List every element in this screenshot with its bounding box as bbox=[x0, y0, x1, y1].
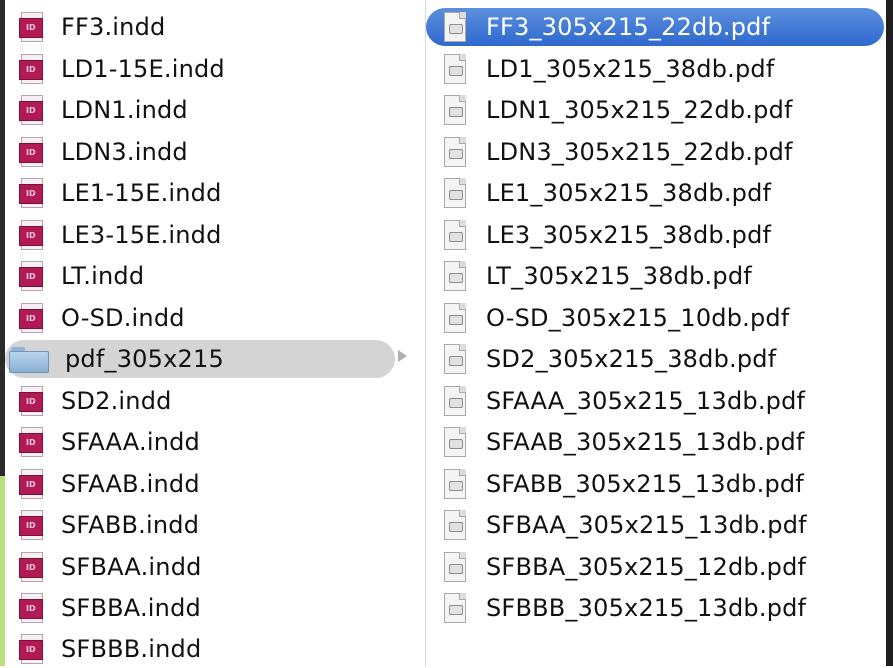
indesign-file-icon bbox=[19, 178, 43, 208]
file-row[interactable]: LD1-15E.indd bbox=[5, 50, 417, 88]
file-label: O-SD_305x215_10db.pdf bbox=[486, 304, 790, 332]
file-row[interactable]: SFBBA.indd bbox=[5, 589, 417, 627]
indesign-file-icon bbox=[19, 303, 43, 333]
file-row[interactable]: LT.indd bbox=[5, 257, 417, 295]
pdf-row[interactable]: SFBBA_305x215_12db.pdf bbox=[426, 548, 886, 586]
folder-row-selected[interactable]: pdf_305x215 bbox=[5, 340, 395, 378]
pdf-row[interactable]: SFBAA_305x215_13db.pdf bbox=[426, 506, 886, 544]
pdf-file-icon bbox=[444, 95, 466, 125]
file-row[interactable]: SD2.indd bbox=[5, 382, 417, 420]
pdf-row[interactable]: SD2_305x215_38db.pdf bbox=[426, 340, 886, 378]
indesign-file-icon bbox=[19, 261, 43, 291]
indesign-file-icon bbox=[19, 510, 43, 540]
file-label: LDN3_305x215_22db.pdf bbox=[486, 138, 793, 166]
file-label: LT.indd bbox=[61, 262, 145, 290]
folder-icon bbox=[9, 344, 49, 374]
file-row[interactable]: FF3.indd bbox=[5, 8, 417, 46]
file-label: SFABB_305x215_13db.pdf bbox=[486, 470, 804, 498]
file-label: SFBBB_305x215_13db.pdf bbox=[486, 594, 807, 622]
pdf-file-icon bbox=[444, 386, 466, 416]
file-label: LDN1.indd bbox=[61, 96, 188, 124]
file-label: SFBAA.indd bbox=[61, 553, 202, 581]
finder-column-left[interactable]: FF3.indd LD1-15E.indd LDN1.indd LDN3.ind… bbox=[5, 0, 425, 666]
file-label: SD2_305x215_38db.pdf bbox=[486, 345, 777, 373]
file-row[interactable]: LDN1.indd bbox=[5, 91, 417, 129]
file-label: LE3_305x215_38db.pdf bbox=[486, 221, 772, 249]
pdf-row[interactable]: LE3_305x215_38db.pdf bbox=[426, 216, 886, 254]
file-label: LE1_305x215_38db.pdf bbox=[486, 179, 772, 207]
file-row[interactable]: SFBBB.indd bbox=[5, 630, 417, 668]
pdf-file-icon bbox=[444, 344, 466, 374]
file-row[interactable]: LDN3.indd bbox=[5, 133, 417, 171]
pdf-file-icon bbox=[444, 220, 466, 250]
file-label: SD2.indd bbox=[61, 387, 172, 415]
indesign-file-icon bbox=[19, 95, 43, 125]
file-label: O-SD.indd bbox=[61, 304, 185, 332]
pdf-file-icon bbox=[444, 593, 466, 623]
file-label: FF3_305x215_22db.pdf bbox=[486, 13, 771, 41]
file-label: SFBAA_305x215_13db.pdf bbox=[486, 511, 807, 539]
file-row[interactable]: SFAAA.indd bbox=[5, 423, 417, 461]
file-row[interactable]: SFBAA.indd bbox=[5, 548, 417, 586]
file-row[interactable]: SFAAB.indd bbox=[5, 465, 417, 503]
indesign-file-icon bbox=[19, 220, 43, 250]
pdf-file-icon bbox=[444, 303, 466, 333]
pdf-row[interactable]: SFAAA_305x215_13db.pdf bbox=[426, 382, 886, 420]
file-label: LD1-15E.indd bbox=[61, 55, 225, 83]
desktop-edge-right bbox=[886, 0, 893, 666]
pdf-file-icon bbox=[444, 510, 466, 540]
indesign-file-icon bbox=[19, 593, 43, 623]
pdf-row[interactable]: SFBBB_305x215_13db.pdf bbox=[426, 589, 886, 627]
pdf-row[interactable]: LDN3_305x215_22db.pdf bbox=[426, 133, 886, 171]
finder-column-right[interactable]: FF3_305x215_22db.pdf LD1_305x215_38db.pd… bbox=[426, 0, 886, 666]
file-label: LT_305x215_38db.pdf bbox=[486, 262, 752, 290]
indesign-file-icon bbox=[19, 12, 43, 42]
file-label: LE3-15E.indd bbox=[61, 221, 222, 249]
file-label: SFABB.indd bbox=[61, 511, 200, 539]
indesign-file-icon bbox=[19, 427, 43, 457]
pdf-row-selected[interactable]: FF3_305x215_22db.pdf bbox=[426, 8, 884, 46]
pdf-row[interactable]: LD1_305x215_38db.pdf bbox=[426, 50, 886, 88]
pdf-file-icon bbox=[444, 261, 466, 291]
file-label: LDN1_305x215_22db.pdf bbox=[486, 96, 793, 124]
pdf-row[interactable]: SFAAB_305x215_13db.pdf bbox=[426, 423, 886, 461]
pdf-file-icon bbox=[444, 427, 466, 457]
pdf-file-icon bbox=[444, 469, 466, 499]
indesign-file-icon bbox=[19, 386, 43, 416]
pdf-file-icon bbox=[444, 54, 466, 84]
file-label: SFAAB_305x215_13db.pdf bbox=[486, 428, 805, 456]
pdf-row[interactable]: LE1_305x215_38db.pdf bbox=[426, 174, 886, 212]
file-label: SFAAA_305x215_13db.pdf bbox=[486, 387, 806, 415]
file-label: LD1_305x215_38db.pdf bbox=[486, 55, 775, 83]
indesign-file-icon bbox=[19, 137, 43, 167]
file-row[interactable]: LE1-15E.indd bbox=[5, 174, 417, 212]
file-label: SFBBA_305x215_12db.pdf bbox=[486, 553, 807, 581]
folder-label: pdf_305x215 bbox=[65, 345, 224, 373]
indesign-file-icon bbox=[19, 54, 43, 84]
pdf-row[interactable]: O-SD_305x215_10db.pdf bbox=[426, 299, 886, 337]
disclosure-triangle-icon[interactable] bbox=[398, 350, 407, 362]
file-label: SFAAA.indd bbox=[61, 428, 200, 456]
pdf-file-icon bbox=[444, 178, 466, 208]
file-label: LDN3.indd bbox=[61, 138, 188, 166]
file-label: SFBBB.indd bbox=[61, 635, 202, 663]
pdf-row[interactable]: LT_305x215_38db.pdf bbox=[426, 257, 886, 295]
indesign-file-icon bbox=[19, 469, 43, 499]
file-label: LE1-15E.indd bbox=[61, 179, 222, 207]
file-label: FF3.indd bbox=[61, 13, 166, 41]
indesign-file-icon bbox=[19, 634, 43, 664]
file-label: SFAAB.indd bbox=[61, 470, 200, 498]
pdf-row[interactable]: SFABB_305x215_13db.pdf bbox=[426, 465, 886, 503]
file-row[interactable]: O-SD.indd bbox=[5, 299, 417, 337]
file-row[interactable]: LE3-15E.indd bbox=[5, 216, 417, 254]
file-row[interactable]: SFABB.indd bbox=[5, 506, 417, 544]
indesign-file-icon bbox=[19, 552, 43, 582]
pdf-row[interactable]: LDN1_305x215_22db.pdf bbox=[426, 91, 886, 129]
pdf-file-icon bbox=[444, 12, 466, 42]
pdf-file-icon bbox=[444, 552, 466, 582]
pdf-file-icon bbox=[444, 137, 466, 167]
file-label: SFBBA.indd bbox=[61, 594, 201, 622]
